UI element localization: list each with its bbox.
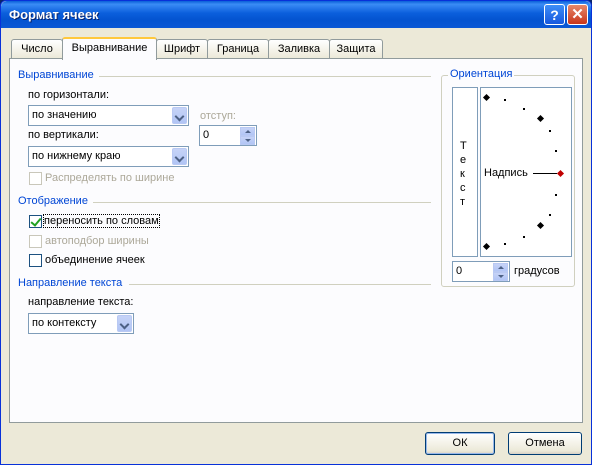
window-title: Формат ячеек xyxy=(9,7,99,22)
dial-marker xyxy=(482,93,491,102)
close-button[interactable]: ✕ xyxy=(567,4,588,25)
dial-tick xyxy=(549,214,551,216)
tab-fill[interactable]: Заливка xyxy=(268,39,330,58)
question-icon: ? xyxy=(550,7,559,23)
shrink-to-fit-label: автоподбор ширины xyxy=(45,235,149,247)
vertical-text-letter: с xyxy=(460,182,466,194)
tab-number[interactable]: Число xyxy=(11,39,63,58)
wrap-text-checkbox[interactable] xyxy=(29,215,42,228)
dialog-window: Формат ячеек ? ✕ Число Выравнивание Шриф… xyxy=(0,0,592,465)
dial-tick xyxy=(549,130,551,132)
dial-marker xyxy=(536,114,545,123)
dial-marker xyxy=(482,242,491,251)
dial-tick xyxy=(523,236,525,238)
title-bar: Формат ячеек ? ✕ xyxy=(1,1,591,28)
vertical-text-letter: к xyxy=(460,168,465,180)
vertical-select[interactable]: по нижнему краю xyxy=(28,146,189,167)
horizontal-select[interactable]: по значению xyxy=(28,105,189,126)
text-direction-select[interactable]: по контексту xyxy=(28,313,134,334)
shrink-to-fit-checkbox[interactable] xyxy=(29,235,42,248)
alignment-group-title: Выравнивание xyxy=(18,69,94,81)
spin-up-icon[interactable] xyxy=(240,127,255,136)
merge-cells-label[interactable]: объединение ячеек xyxy=(45,254,145,266)
checkmark-icon xyxy=(30,215,42,227)
orientation-dial[interactable]: Надпись xyxy=(480,87,572,257)
degrees-value: 0 xyxy=(456,265,463,277)
dial-label: Надпись xyxy=(484,167,528,179)
dial-tick xyxy=(555,150,557,152)
wrap-text-label[interactable]: переносить по словам xyxy=(43,214,160,228)
vertical-text-toggle[interactable]: Т е к с т xyxy=(452,87,478,257)
divider xyxy=(93,202,431,203)
text-direction-label: направление текста: xyxy=(28,296,134,308)
vertical-select-value: по нижнему краю xyxy=(32,150,121,162)
display-group-title: Отображение xyxy=(18,195,88,207)
dial-tick xyxy=(504,243,506,245)
indent-value: 0 xyxy=(203,129,210,141)
dial-tick xyxy=(555,194,557,196)
dial-marker xyxy=(536,221,545,230)
horizontal-label: по горизонтали: xyxy=(28,89,110,101)
vertical-text-letter: е xyxy=(460,154,467,166)
help-button[interactable]: ? xyxy=(544,4,565,25)
cancel-button[interactable]: Отмена xyxy=(508,432,582,455)
text-direction-select-value: по контексту xyxy=(32,317,97,329)
chevron-down-icon[interactable] xyxy=(117,315,132,332)
chevron-down-icon[interactable] xyxy=(172,107,187,124)
distribute-label: Распределять по ширине xyxy=(45,172,175,184)
text-direction-group-title: Направление текста xyxy=(18,277,123,289)
horizontal-select-value: по значению xyxy=(32,109,97,121)
spin-up-icon[interactable] xyxy=(493,263,508,272)
tab-border[interactable]: Граница xyxy=(207,39,269,58)
merge-cells-checkbox[interactable] xyxy=(29,254,42,267)
spin-down-icon[interactable] xyxy=(493,272,508,281)
dial-current-marker xyxy=(556,169,565,178)
divider xyxy=(129,284,431,285)
divider xyxy=(99,76,431,77)
tab-font[interactable]: Шрифт xyxy=(156,39,208,58)
dial-tick xyxy=(504,99,506,101)
tab-protection[interactable]: Защита xyxy=(329,39,383,58)
orientation-group-title: Ориентация xyxy=(448,68,515,80)
indent-spinner[interactable]: 0 xyxy=(199,125,257,146)
chevron-down-icon[interactable] xyxy=(172,148,187,165)
dial-tick xyxy=(523,108,525,110)
ok-button[interactable]: ОК xyxy=(425,432,495,455)
indent-label: отступ: xyxy=(200,110,236,122)
tab-alignment[interactable]: Выравнивание xyxy=(62,37,157,60)
distribute-checkbox[interactable] xyxy=(29,172,42,185)
degrees-label: градусов xyxy=(514,265,560,277)
dial-pointer xyxy=(533,173,557,174)
close-icon: ✕ xyxy=(571,6,584,23)
spin-down-icon[interactable] xyxy=(240,136,255,145)
vertical-text-letter: Т xyxy=(460,140,467,152)
degrees-spinner[interactable]: 0 xyxy=(452,261,510,282)
vertical-label: по вертикали: xyxy=(28,129,99,141)
vertical-text-letter: т xyxy=(460,196,466,208)
